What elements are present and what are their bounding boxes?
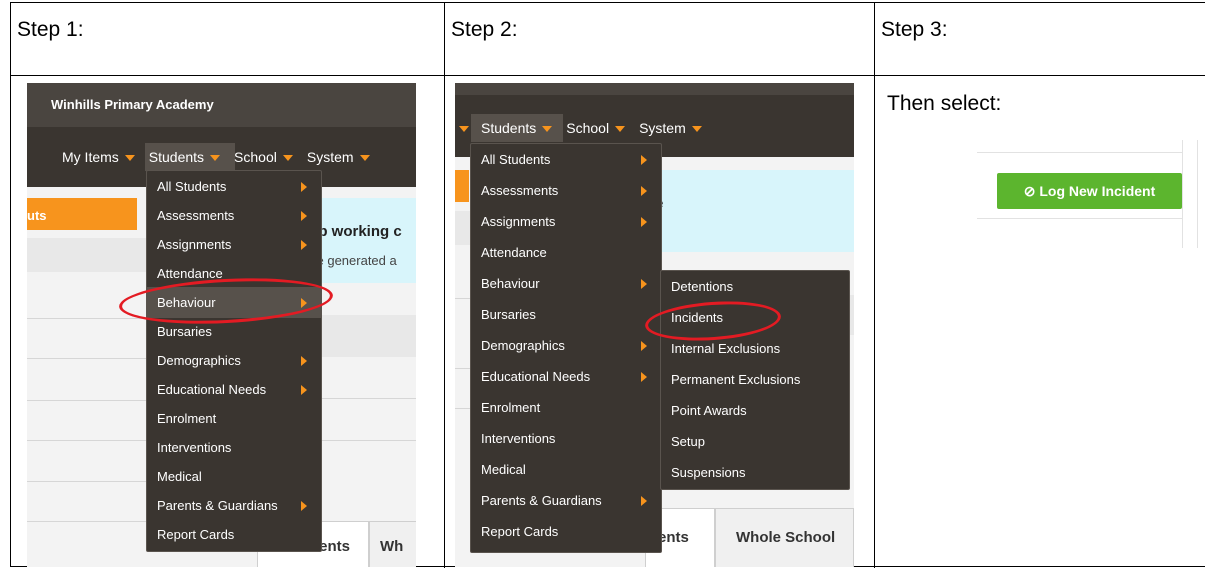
nav-system[interactable]: System xyxy=(639,120,716,136)
menu-item-enrolment[interactable]: Enrolment xyxy=(471,392,661,423)
submenu-item-permanent-exclusions[interactable]: Permanent Exclusions xyxy=(661,364,849,395)
submenu-arrow-icon xyxy=(301,385,307,395)
step-3-label: Step 3: xyxy=(881,18,948,41)
submenu-arrow-icon xyxy=(301,356,307,366)
submenu-arrow-icon xyxy=(641,155,647,165)
menu-item-assignments[interactable]: Assignments xyxy=(471,206,661,237)
row-divider xyxy=(27,440,147,441)
submenu-arrow-icon xyxy=(301,182,307,192)
row-divider xyxy=(27,521,147,522)
menu-item-report-cards[interactable]: Report Cards xyxy=(471,516,661,547)
students-dropdown-menu: All Students Assessments Assignments Att… xyxy=(470,143,662,553)
submenu-arrow-icon xyxy=(641,217,647,227)
tab-whole-school[interactable]: Whole School xyxy=(715,508,854,567)
submenu-item-detentions[interactable]: Detentions xyxy=(661,271,849,302)
menu-item-demographics[interactable]: Demographics xyxy=(471,330,661,361)
then-select-label: Then select: xyxy=(887,92,1002,115)
row-divider xyxy=(27,400,147,401)
nav-students[interactable]: Students xyxy=(149,149,234,165)
nav-my-items[interactable]: My Items xyxy=(62,149,149,165)
menu-item-report-cards[interactable]: Report Cards xyxy=(147,519,321,550)
submenu-arrow-icon xyxy=(301,240,307,250)
submenu-arrow-icon xyxy=(641,186,647,196)
row-divider xyxy=(317,440,416,441)
panel-right-edge xyxy=(1197,140,1198,248)
orange-panel-bar: uts xyxy=(27,198,137,230)
menu-item-interventions[interactable]: Interventions xyxy=(471,423,661,454)
orange-panel-bar xyxy=(455,170,469,202)
menu-item-bursaries[interactable]: Bursaries xyxy=(471,299,661,330)
nav-system[interactable]: System xyxy=(307,149,384,165)
row-divider xyxy=(27,318,147,319)
submenu-item-point-awards[interactable]: Point Awards xyxy=(661,395,849,426)
menu-item-assignments[interactable]: Assignments xyxy=(147,229,321,260)
submenu-arrow-icon xyxy=(641,372,647,382)
table-header-band xyxy=(27,238,147,272)
log-new-incident-button[interactable]: ⊘ Log New Incident xyxy=(997,173,1182,209)
banner-title: ep working c xyxy=(310,223,402,240)
step-2-screenshot: StudentsSchoolSystem e ents Whole School… xyxy=(455,83,854,567)
menu-item-enrolment[interactable]: Enrolment xyxy=(147,403,321,434)
menu-item-medical[interactable]: Medical xyxy=(147,461,321,492)
banner-subtitle: ve generated a xyxy=(310,253,397,268)
row-divider xyxy=(27,481,147,482)
submenu-arrow-icon xyxy=(301,501,307,511)
menu-item-assessments[interactable]: Assessments xyxy=(147,200,321,231)
menu-item-parents-guardians[interactable]: Parents & Guardians xyxy=(471,485,661,516)
nav-students[interactable]: Students xyxy=(481,120,566,136)
panel-top-border xyxy=(977,152,1182,153)
row-divider xyxy=(317,398,416,399)
header-bar xyxy=(455,83,854,95)
row-divider xyxy=(27,358,147,359)
nav-school[interactable]: School xyxy=(566,120,639,136)
students-dropdown-menu: All Students Assessments Assignments Att… xyxy=(146,170,322,552)
submenu-arrow-icon xyxy=(641,496,647,506)
panel-divider xyxy=(977,218,1182,219)
menu-item-demographics[interactable]: Demographics xyxy=(147,345,321,376)
step-2-label: Step 2: xyxy=(451,18,518,41)
button-label: Log New Incident xyxy=(1039,183,1156,199)
nav-school[interactable]: School xyxy=(234,149,307,165)
step-1-screenshot: Winhills Primary Academy My Items Student… xyxy=(27,83,416,567)
main-nav: Students School System xyxy=(459,120,716,136)
step-3-screenshot: ⊘ Log New Incident xyxy=(977,140,1205,248)
main-nav: My Items Students School System xyxy=(62,149,384,165)
school-name: Winhills Primary Academy xyxy=(51,97,214,112)
submenu-item-setup[interactable]: Setup xyxy=(661,426,849,457)
menu-item-assessments[interactable]: Assessments xyxy=(471,175,661,206)
menu-item-all-students[interactable]: All Students xyxy=(147,171,321,202)
menu-item-interventions[interactable]: Interventions xyxy=(147,432,321,463)
tab-whole-school[interactable]: Wh xyxy=(369,521,416,567)
menu-item-educational-needs[interactable]: Educational Needs xyxy=(147,374,321,405)
step-1-label: Step 1: xyxy=(17,18,84,41)
menu-item-all-students[interactable]: All Students xyxy=(471,144,661,175)
submenu-arrow-icon xyxy=(641,341,647,351)
ban-icon: ⊘ xyxy=(1023,183,1036,199)
menu-item-parents-guardians[interactable]: Parents & Guardians xyxy=(147,490,321,521)
info-banner xyxy=(650,170,854,252)
menu-item-educational-needs[interactable]: Educational Needs xyxy=(471,361,661,392)
menu-item-medical[interactable]: Medical xyxy=(471,454,661,485)
info-banner xyxy=(307,198,416,283)
panel-divider-right xyxy=(1182,140,1183,248)
submenu-item-suspensions[interactable]: Suspensions xyxy=(661,457,849,488)
menu-item-attendance[interactable]: Attendance xyxy=(471,237,661,268)
menu-item-behaviour[interactable]: Behaviour xyxy=(471,268,661,299)
submenu-arrow-icon xyxy=(301,211,307,221)
submenu-arrow-icon xyxy=(641,279,647,289)
